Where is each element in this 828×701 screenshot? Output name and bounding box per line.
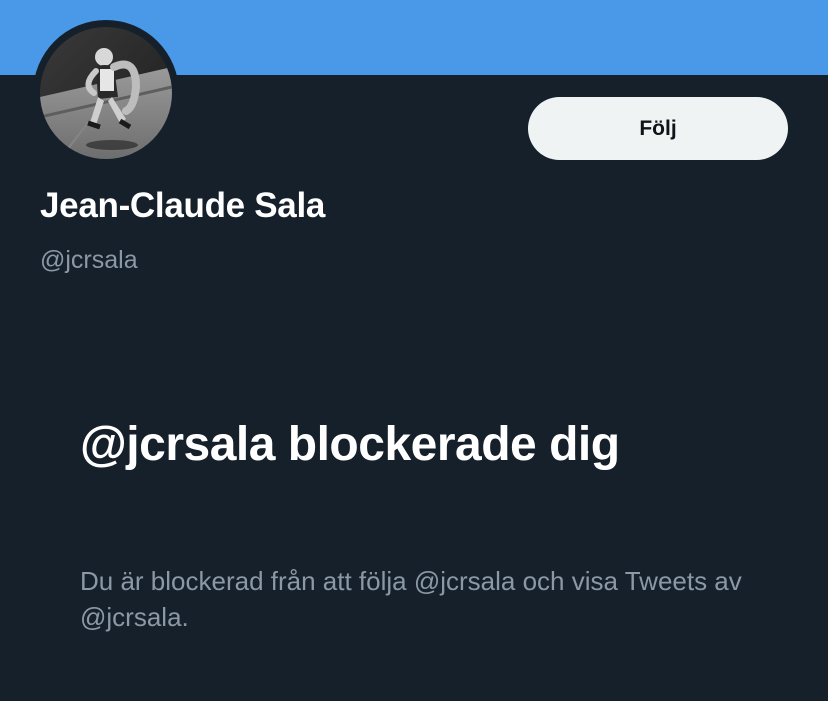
profile-handle: @jcrsala [40, 246, 138, 274]
blocked-description: Du är blockerad från att följa @jcrsala … [80, 566, 742, 632]
avatar[interactable] [33, 20, 179, 166]
blocked-title: @jcrsala blockerade dig [80, 418, 620, 471]
display-name: Jean-Claude Sala [40, 186, 326, 225]
avatar-photo [40, 27, 172, 159]
follow-button[interactable]: Följ [528, 97, 788, 160]
profile-photo-icon [40, 27, 172, 159]
